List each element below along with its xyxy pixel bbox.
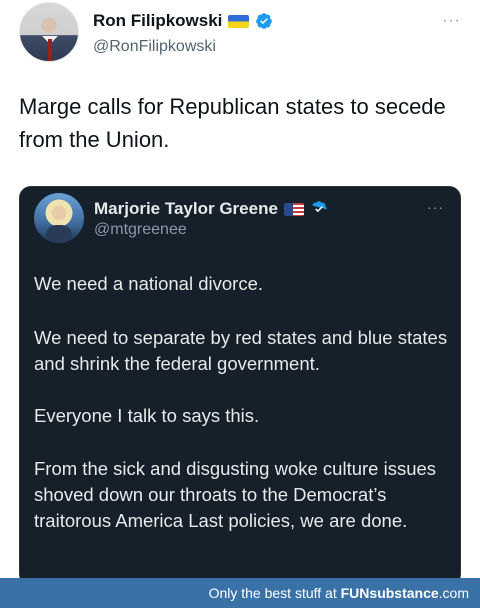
more-options-icon[interactable]: ··· bbox=[442, 12, 461, 30]
avatar-suit bbox=[46, 225, 72, 243]
quoted-author-name-row: Marjorie Taylor Greene bbox=[94, 199, 328, 219]
watermark-substance: substance bbox=[369, 585, 439, 601]
quoted-author-handle[interactable]: @mtgreenee bbox=[94, 221, 187, 239]
author-name-row: Ron Filipkowski bbox=[93, 11, 273, 31]
quoted-paragraph-4: From the sick and disgusting woke cultur… bbox=[34, 458, 437, 531]
quoted-author-name[interactable]: Marjorie Taylor Greene bbox=[94, 199, 278, 219]
quoted-paragraph-1: We need a national divorce. bbox=[34, 273, 264, 294]
watermark-com: .com bbox=[438, 585, 469, 601]
watermark-text: Only the best stuff at FUNsubstance.com bbox=[209, 585, 469, 601]
verified-badge-icon bbox=[256, 13, 273, 29]
author-handle[interactable]: @RonFilipkowski bbox=[93, 38, 216, 56]
verified-badge-icon bbox=[312, 201, 327, 213]
avatar[interactable] bbox=[19, 2, 79, 62]
quoted-more-options-icon[interactable]: ··· bbox=[427, 199, 444, 215]
ukraine-flag-icon bbox=[228, 14, 250, 28]
watermark-fun: FUN bbox=[340, 585, 370, 601]
tweet-text: Marge calls for Republican states to sec… bbox=[19, 94, 446, 152]
quoted-paragraph-3: Everyone I talk to says this. bbox=[34, 405, 260, 426]
watermark-footer: Only the best stuff at FUNsubstance.com bbox=[0, 578, 480, 608]
us-flag-icon bbox=[283, 202, 304, 216]
quoted-tweet-card[interactable]: Marjorie Taylor Greene @mtgreenee ··· We… bbox=[19, 186, 461, 586]
quoted-avatar[interactable] bbox=[34, 193, 84, 243]
outer-tweet-header: Ron Filipkowski @RonFilipkowski ··· bbox=[19, 2, 465, 68]
author-name[interactable]: Ron Filipkowski bbox=[93, 11, 222, 31]
quoted-paragraph-2: We need to separate by red states and bl… bbox=[34, 327, 448, 374]
avatar-tie bbox=[48, 39, 52, 61]
watermark-prefix: Only the best stuff at bbox=[208, 585, 341, 601]
